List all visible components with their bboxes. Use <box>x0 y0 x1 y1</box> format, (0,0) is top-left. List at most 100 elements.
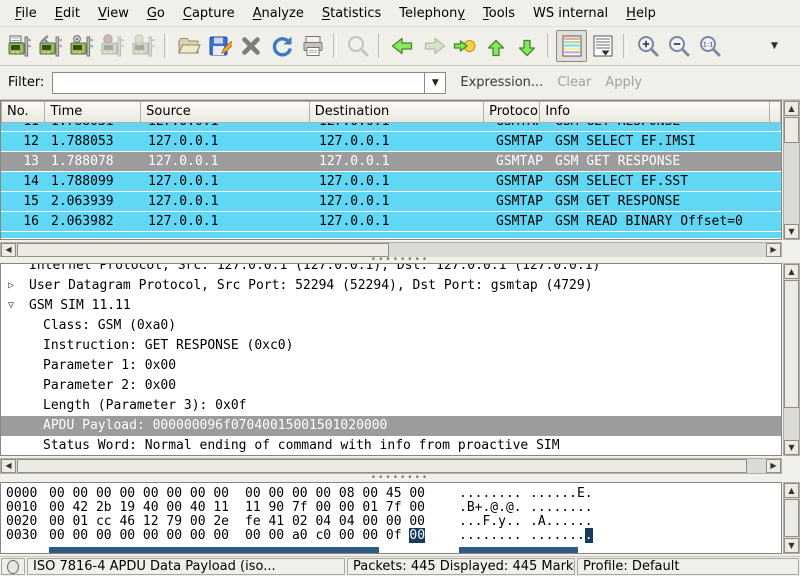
menu-file[interactable]: File <box>6 2 46 25</box>
menu-help[interactable]: Help <box>617 2 665 25</box>
list-interfaces-button[interactable] <box>4 30 35 62</box>
column-header-destination[interactable]: Destination <box>310 101 484 123</box>
autoscroll-button[interactable] <box>587 30 618 62</box>
menu-view[interactable]: View <box>89 2 138 25</box>
filter-expression-button[interactable]: Expression... <box>460 75 543 90</box>
scroll-down-arrow-icon[interactable]: ▼ <box>784 224 799 239</box>
status-field-info: ISO 7816-4 APDU Data Payload (iso... <box>27 558 345 575</box>
status-profile[interactable]: Profile: Default <box>577 558 799 575</box>
scroll-thumb[interactable] <box>784 117 799 143</box>
go-to-packet-button[interactable] <box>449 30 480 62</box>
detail-row[interactable]: ▷User Datagram Protocol, Src Port: 52294… <box>1 276 781 296</box>
hex-row-0030[interactable]: 003000 00 00 00 00 00 00 0000 00 a0 c0 0… <box>1 529 781 543</box>
cell-destination: 127.0.0.1 <box>314 194 389 209</box>
scroll-up-arrow-icon[interactable]: ▲ <box>784 264 799 279</box>
hex-vscrollbar[interactable]: ▲ ▼ <box>783 482 800 554</box>
go-back-button[interactable] <box>387 30 418 62</box>
print-button[interactable] <box>297 30 328 62</box>
detail-row[interactable]: Instruction: GET RESPONSE (0xc0) <box>1 336 781 356</box>
menu-go[interactable]: Go <box>138 2 174 25</box>
reload-button[interactable] <box>266 30 297 62</box>
toolbar-overflow-button[interactable]: ▼ <box>759 30 790 62</box>
column-header-time[interactable]: Time <box>45 101 141 123</box>
details-vscrollbar[interactable]: ▲ ▼ <box>783 263 800 456</box>
cell-info: GSM SELECT EF.IMSI <box>550 134 696 149</box>
detail-text: Instruction: GET RESPONSE (0xc0) <box>43 336 293 356</box>
capture-options-button[interactable] <box>35 30 66 62</box>
menu-telephony[interactable]: Telephony <box>390 2 474 25</box>
detail-row[interactable]: Parameter 1: 0x00 <box>1 356 781 376</box>
menu-statistics[interactable]: Statistics <box>313 2 390 25</box>
scroll-down-arrow-icon[interactable]: ▼ <box>784 538 799 553</box>
packet-row-16[interactable]: 162.063982127.0.0.1127.0.0.1GSMTAPGSM RE… <box>1 212 781 231</box>
packet-row-14[interactable]: 141.788099127.0.0.1127.0.0.1GSMTAPGSM SE… <box>1 172 781 191</box>
ascii-bytes: ........ <box>530 529 593 543</box>
scroll-left-arrow-icon[interactable]: ◀ <box>1 243 16 257</box>
scroll-right-arrow-icon[interactable]: ▶ <box>766 243 781 257</box>
cell-destination: 127.0.0.1 <box>314 154 389 169</box>
close-file-icon <box>239 34 263 58</box>
expander-open-icon[interactable]: ▽ <box>8 296 22 316</box>
menu-ws-internal[interactable]: WS internal <box>524 2 617 25</box>
detail-text: Parameter 1: 0x00 <box>43 356 176 376</box>
scroll-up-arrow-icon[interactable]: ▲ <box>784 101 799 116</box>
hex-row-0020[interactable]: 002000 01 cc 46 12 79 00 2efe 41 02 04 0… <box>1 515 781 529</box>
detail-row[interactable]: Length (Parameter 3): 0x0f <box>1 396 781 416</box>
cell-protocol: GSMTAP <box>491 134 543 149</box>
colorize-button[interactable] <box>556 30 587 62</box>
zoom-out-button[interactable] <box>663 30 694 62</box>
scroll-thumb[interactable] <box>17 459 747 473</box>
zoom-out-icon <box>667 34 691 58</box>
zoom-in-button[interactable] <box>632 30 663 62</box>
filter-input[interactable] <box>52 72 424 94</box>
cell-source: 127.0.0.1 <box>143 123 218 129</box>
autoscroll-icon <box>591 34 615 58</box>
pane-splitter[interactable]: •••••••• <box>0 475 800 481</box>
detail-row[interactable]: Parameter 2: 0x00 <box>1 376 781 396</box>
expander-closed-icon[interactable]: ▷ <box>8 276 22 296</box>
column-header-no[interactable]: No. <box>1 101 45 123</box>
filter-dropdown-button[interactable]: ▼ <box>424 72 446 94</box>
menu-analyze[interactable]: Analyze <box>244 2 313 25</box>
detail-row[interactable]: APDU Payload: 000000096f0704001500150102… <box>1 416 781 436</box>
packet-row-15[interactable]: 152.063939127.0.0.1127.0.0.1GSMTAPGSM GE… <box>1 192 781 211</box>
packet-row-12[interactable]: 121.788053127.0.0.1127.0.0.1GSMTAPGSM SE… <box>1 132 781 151</box>
scroll-thumb[interactable] <box>784 499 799 537</box>
detail-text: GSM SIM 11.11 <box>29 296 131 316</box>
close-file-button[interactable] <box>235 30 266 62</box>
main-toolbar: 1:1 ▼ <box>0 27 800 66</box>
packet-row-clipped[interactable]: 111.788031127.0.0.1127.0.0.1GSMTAPGSM GE… <box>1 123 781 131</box>
scroll-right-arrow-icon[interactable]: ▶ <box>766 459 781 473</box>
detail-row[interactable]: Internet Protocol, Src: 127.0.0.1 (127.0… <box>1 264 781 276</box>
expert-info-button[interactable] <box>1 558 25 575</box>
menu-capture[interactable]: Capture <box>174 2 244 25</box>
packet-list-vscrollbar[interactable]: ▲ ▼ <box>783 100 800 240</box>
column-header-source[interactable]: Source <box>141 101 310 123</box>
go-bottom-button[interactable] <box>511 30 542 62</box>
scroll-thumb[interactable] <box>784 280 799 408</box>
cell-no: 11 <box>1 123 39 129</box>
packet-row-11[interactable]: 111.788031127.0.0.1127.0.0.1GSMTAPGSM GE… <box>1 123 781 131</box>
detail-row[interactable]: Class: GSM (0xa0) <box>1 316 781 336</box>
packet-row-13[interactable]: 131.788078127.0.0.1127.0.0.1GSMTAPGSM GE… <box>1 152 781 171</box>
scroll-up-arrow-icon[interactable]: ▲ <box>784 483 799 498</box>
column-header-info[interactable]: Info <box>540 101 770 123</box>
ascii-bytes: ......E. <box>530 487 593 501</box>
filter-label[interactable]: Filter: <box>8 75 44 90</box>
detail-row[interactable]: Status Word: Normal ending of command wi… <box>1 436 781 456</box>
hex-row-0000[interactable]: 000000 00 00 00 00 00 00 0000 00 00 00 0… <box>1 487 781 501</box>
open-file-button[interactable] <box>173 30 204 62</box>
details-hscrollbar[interactable]: ◀ ▶ <box>0 458 782 474</box>
hex-row-0010[interactable]: 001000 42 2b 19 40 00 40 1111 90 7f 00 0… <box>1 501 781 515</box>
column-header-protocol[interactable]: Protocol <box>484 101 540 123</box>
zoom-100-button[interactable]: 1:1 <box>694 30 725 62</box>
scroll-thumb[interactable] <box>17 243 389 257</box>
save-file-button[interactable] <box>204 30 235 62</box>
scroll-left-arrow-icon[interactable]: ◀ <box>1 459 16 473</box>
scroll-down-arrow-icon[interactable]: ▼ <box>784 440 799 455</box>
capture-start-button[interactable] <box>66 30 97 62</box>
detail-row[interactable]: ▽ GSM SIM 11.11 <box>1 296 781 316</box>
menu-edit[interactable]: Edit <box>46 2 89 25</box>
menu-tools[interactable]: Tools <box>474 2 524 25</box>
go-top-button[interactable] <box>480 30 511 62</box>
